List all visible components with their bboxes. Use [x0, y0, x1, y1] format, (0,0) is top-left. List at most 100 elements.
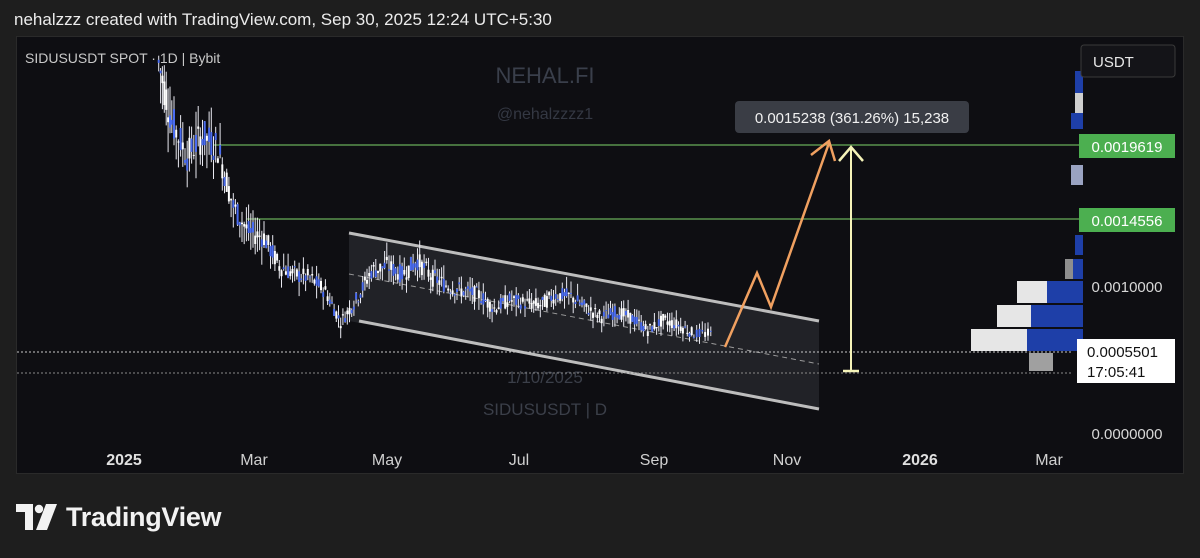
candle-body — [704, 332, 707, 337]
candle-body — [679, 326, 682, 331]
candle-body — [484, 300, 487, 301]
volume-profile — [971, 51, 1083, 371]
chart-panel[interactable]: NEHAL.FI @nehalzzzz1 1/10/2025 SIDUSUSDT… — [16, 36, 1184, 474]
candle-body — [508, 293, 511, 301]
candle-body — [267, 235, 270, 245]
candle-body — [581, 302, 583, 306]
candle-body — [506, 302, 509, 307]
candle-body — [638, 319, 640, 321]
candle-body — [627, 310, 630, 318]
x-tick-label: Nov — [773, 452, 801, 469]
candle-body — [381, 266, 384, 269]
volume-bar — [997, 305, 1031, 327]
candle-body — [241, 222, 243, 225]
candle-body — [304, 275, 307, 281]
volume-bar — [1031, 305, 1083, 327]
candle-body — [611, 312, 614, 320]
candle-body — [190, 138, 193, 152]
volume-bar — [1073, 259, 1083, 279]
candle-body — [388, 269, 390, 271]
candle-body — [519, 304, 522, 310]
candle-body — [477, 290, 480, 299]
candle-body — [280, 270, 283, 277]
candle-body — [223, 177, 226, 186]
candle-body — [350, 309, 353, 314]
candle-body — [456, 289, 458, 292]
candle-body — [607, 314, 610, 319]
x-tick-label: May — [372, 452, 402, 469]
x-tick-label: Jul — [509, 452, 529, 469]
candle-body — [668, 320, 671, 326]
candle-body — [184, 160, 186, 163]
candle-body — [695, 329, 698, 338]
candle-body — [698, 328, 701, 337]
candle-body — [214, 133, 217, 141]
candle-body — [502, 297, 504, 302]
volume-bar — [1075, 235, 1083, 255]
target-price-upper: 0.0019619 — [1092, 139, 1163, 156]
candle-body — [664, 315, 667, 318]
candle-body — [445, 285, 447, 287]
candle-body — [565, 288, 568, 297]
candle-body — [409, 257, 412, 271]
candle-body — [594, 308, 597, 310]
candle-body — [469, 288, 472, 292]
volume-bar — [1047, 281, 1083, 303]
price-chart[interactable]: NEHAL.FI @nehalzzzz1 1/10/2025 SIDUSUSDT… — [17, 37, 1184, 474]
candle-body — [165, 89, 168, 110]
candle-body — [236, 204, 239, 225]
candle-body — [335, 311, 338, 319]
candle-body — [475, 286, 478, 288]
candle-body — [482, 293, 485, 305]
candle-body — [653, 322, 656, 330]
tradingview-logo[interactable]: TradingView — [16, 500, 222, 534]
candle-body — [677, 324, 680, 327]
candle-body — [254, 235, 257, 244]
candle-body — [431, 269, 434, 287]
candle-body — [539, 305, 542, 307]
y-tick-label: 0.0000000 — [1092, 426, 1163, 443]
candle-body — [662, 314, 665, 321]
candle-body — [289, 271, 292, 277]
volume-bar — [1075, 93, 1083, 113]
x-tick-label: Sep — [640, 452, 669, 469]
candle-body — [252, 222, 254, 233]
candle-body — [320, 281, 322, 291]
candle-body — [199, 136, 202, 155]
candle-body — [548, 292, 551, 296]
candle-body — [690, 327, 693, 335]
candle-body — [567, 292, 570, 294]
x-axis: 2025 Mar May Jul Sep Nov 2026 Mar — [106, 452, 1063, 469]
candle-body — [357, 301, 360, 303]
candle-body — [550, 295, 553, 301]
candle-body — [491, 309, 494, 312]
candle-body — [161, 75, 164, 84]
candle-body — [442, 278, 445, 292]
candle-body — [497, 307, 500, 310]
candle-body — [405, 277, 408, 280]
y-tick-label: 0.0010000 — [1092, 279, 1163, 296]
candle-body — [673, 325, 676, 329]
candle-body — [203, 121, 206, 146]
candle-body — [537, 302, 540, 309]
candle-body — [660, 315, 662, 327]
x-tick-label: 2025 — [106, 452, 142, 469]
candle-body — [407, 265, 410, 278]
candle-body — [585, 303, 588, 307]
candle-body — [418, 254, 421, 268]
candle-body — [396, 274, 399, 280]
watermark-handle: @nehalzzzz1 — [497, 106, 593, 123]
candle-body — [515, 294, 518, 305]
candle-body — [273, 251, 276, 265]
candle-body — [212, 155, 215, 160]
candle-body — [188, 137, 191, 159]
volume-bar — [1065, 259, 1073, 279]
candle-body — [263, 233, 265, 245]
candle-body — [265, 240, 268, 248]
candle-body — [333, 309, 336, 316]
candle-body — [686, 332, 689, 334]
candle-body — [651, 326, 654, 332]
candle-body — [247, 221, 250, 233]
candle-body — [644, 324, 647, 330]
candle-body — [390, 261, 393, 270]
